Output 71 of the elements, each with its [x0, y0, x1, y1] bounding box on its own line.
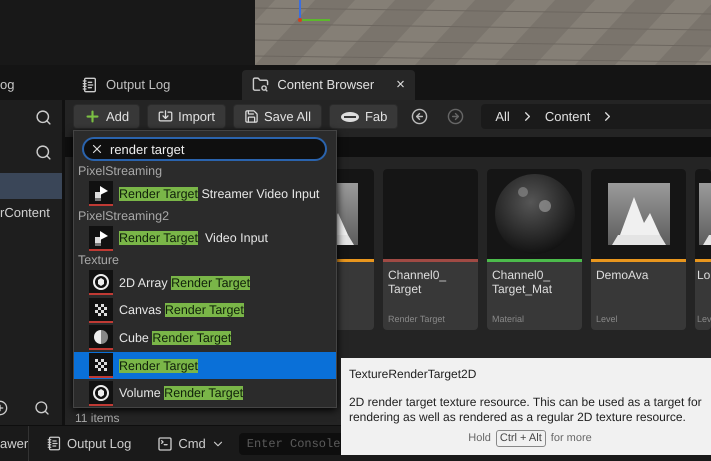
- menu-item[interactable]: Render Target Video Input: [74, 224, 336, 252]
- sphere-asset-icon: [89, 380, 113, 406]
- menu-item-label: Render Target: [119, 358, 198, 372]
- forward-icon[interactable]: [447, 108, 464, 126]
- mountain-icon: [608, 182, 670, 245]
- menu-item[interactable]: Render Target: [74, 352, 336, 380]
- save-icon: [244, 109, 259, 124]
- cmd-dropdown[interactable]: Cmd: [149, 430, 233, 458]
- drawer-label[interactable]: awer: [0, 426, 29, 461]
- plus-icon: [84, 108, 101, 126]
- item-count: 11 items: [75, 410, 120, 425]
- group-header: PixelStreaming2: [77, 208, 170, 224]
- cube-asset-icon: [89, 325, 113, 350]
- asset-tile[interactable]: DemoAva Level: [591, 168, 686, 330]
- asset-name: Channel0_ Target_Mat: [491, 266, 554, 298]
- panel-tab[interactable]: Output Log: [72, 70, 180, 100]
- toolbar-button[interactable]: Fab: [328, 104, 398, 130]
- search-icon[interactable]: [35, 144, 52, 161]
- sphere-asset-icon: [89, 270, 113, 296]
- mountain-icon: [699, 182, 711, 245]
- folder-search-icon: [252, 76, 270, 94]
- asset-name: Channel0_ Target: [387, 266, 448, 298]
- menu-item[interactable]: 2D Array Render Target: [74, 268, 336, 296]
- play-asset-icon: [89, 181, 113, 206]
- output-log-button[interactable]: Output Log: [39, 430, 140, 458]
- asset-type: Level: [595, 314, 618, 326]
- menu-item[interactable]: Render Target Streamer Video Input: [74, 180, 336, 208]
- asset-name: Lo: [696, 266, 710, 284]
- search-field[interactable]: render target: [82, 137, 327, 161]
- terminal-icon: [157, 436, 174, 452]
- hint-text: Hold: [468, 431, 491, 446]
- breadcrumb-link[interactable]: All: [495, 109, 510, 124]
- tab-label: Output Log: [106, 77, 170, 92]
- asset-tile[interactable]: Channel0_ Target_Mat Material: [487, 168, 582, 330]
- toolbar-button[interactable]: Add: [73, 104, 140, 130]
- folder-item[interactable]: rContent: [0, 204, 62, 220]
- menu-item[interactable]: Canvas Render Target: [74, 296, 336, 324]
- tooltip-text: 2D render target texture resource. This can be used as a target for rendering as well as rendered as a regular 2D texture resource.: [349, 395, 703, 425]
- hint-text: for more: [550, 431, 592, 446]
- menu-item-label: Volume Render Target: [119, 386, 244, 400]
- toolbar-button[interactable]: Import: [147, 104, 226, 130]
- import-icon: [158, 109, 174, 124]
- back-icon[interactable]: [411, 108, 428, 126]
- menu-item-label: 2D Array Render Target: [119, 276, 250, 290]
- clear-icon[interactable]: [90, 142, 104, 156]
- tooltip-title: TextureRenderTarget2D: [349, 367, 478, 382]
- menu-item-label: Canvas Render Target: [119, 303, 244, 318]
- checker-asset-icon: [89, 353, 113, 378]
- play-asset-icon: [89, 226, 113, 251]
- log-icon: [82, 76, 98, 93]
- panel-tab[interactable]: Content Browser ×: [242, 70, 415, 100]
- group-header: PixelStreaming: [77, 163, 164, 180]
- menu-item[interactable]: Volume Render Target: [74, 379, 336, 407]
- breadcrumb-link[interactable]: Content: [544, 109, 590, 124]
- log-icon: [47, 436, 62, 451]
- asset-name: DemoAva: [595, 266, 650, 284]
- close-icon[interactable]: ×: [396, 76, 405, 94]
- asset-type: Material: [491, 314, 524, 326]
- search-icon[interactable]: [34, 400, 50, 416]
- menu-item-label: Render Target Streamer Video Input: [119, 186, 320, 201]
- panel-tab[interactable]: og: [0, 70, 72, 100]
- group-header: Texture: [77, 252, 120, 269]
- search-icon[interactable]: [35, 108, 52, 126]
- toolbar-button[interactable]: Save All: [232, 104, 322, 130]
- key-hint: Ctrl + Alt: [496, 430, 546, 447]
- asset-type: Render Target: [387, 314, 445, 326]
- tab-label: Content Browser: [277, 77, 374, 92]
- asset-tile[interactable]: Channel0_ Target Render Target: [383, 168, 478, 330]
- checker-asset-icon: [89, 298, 113, 323]
- menu-item-label: Render Target Video Input: [119, 231, 268, 246]
- fab-icon: [340, 110, 360, 123]
